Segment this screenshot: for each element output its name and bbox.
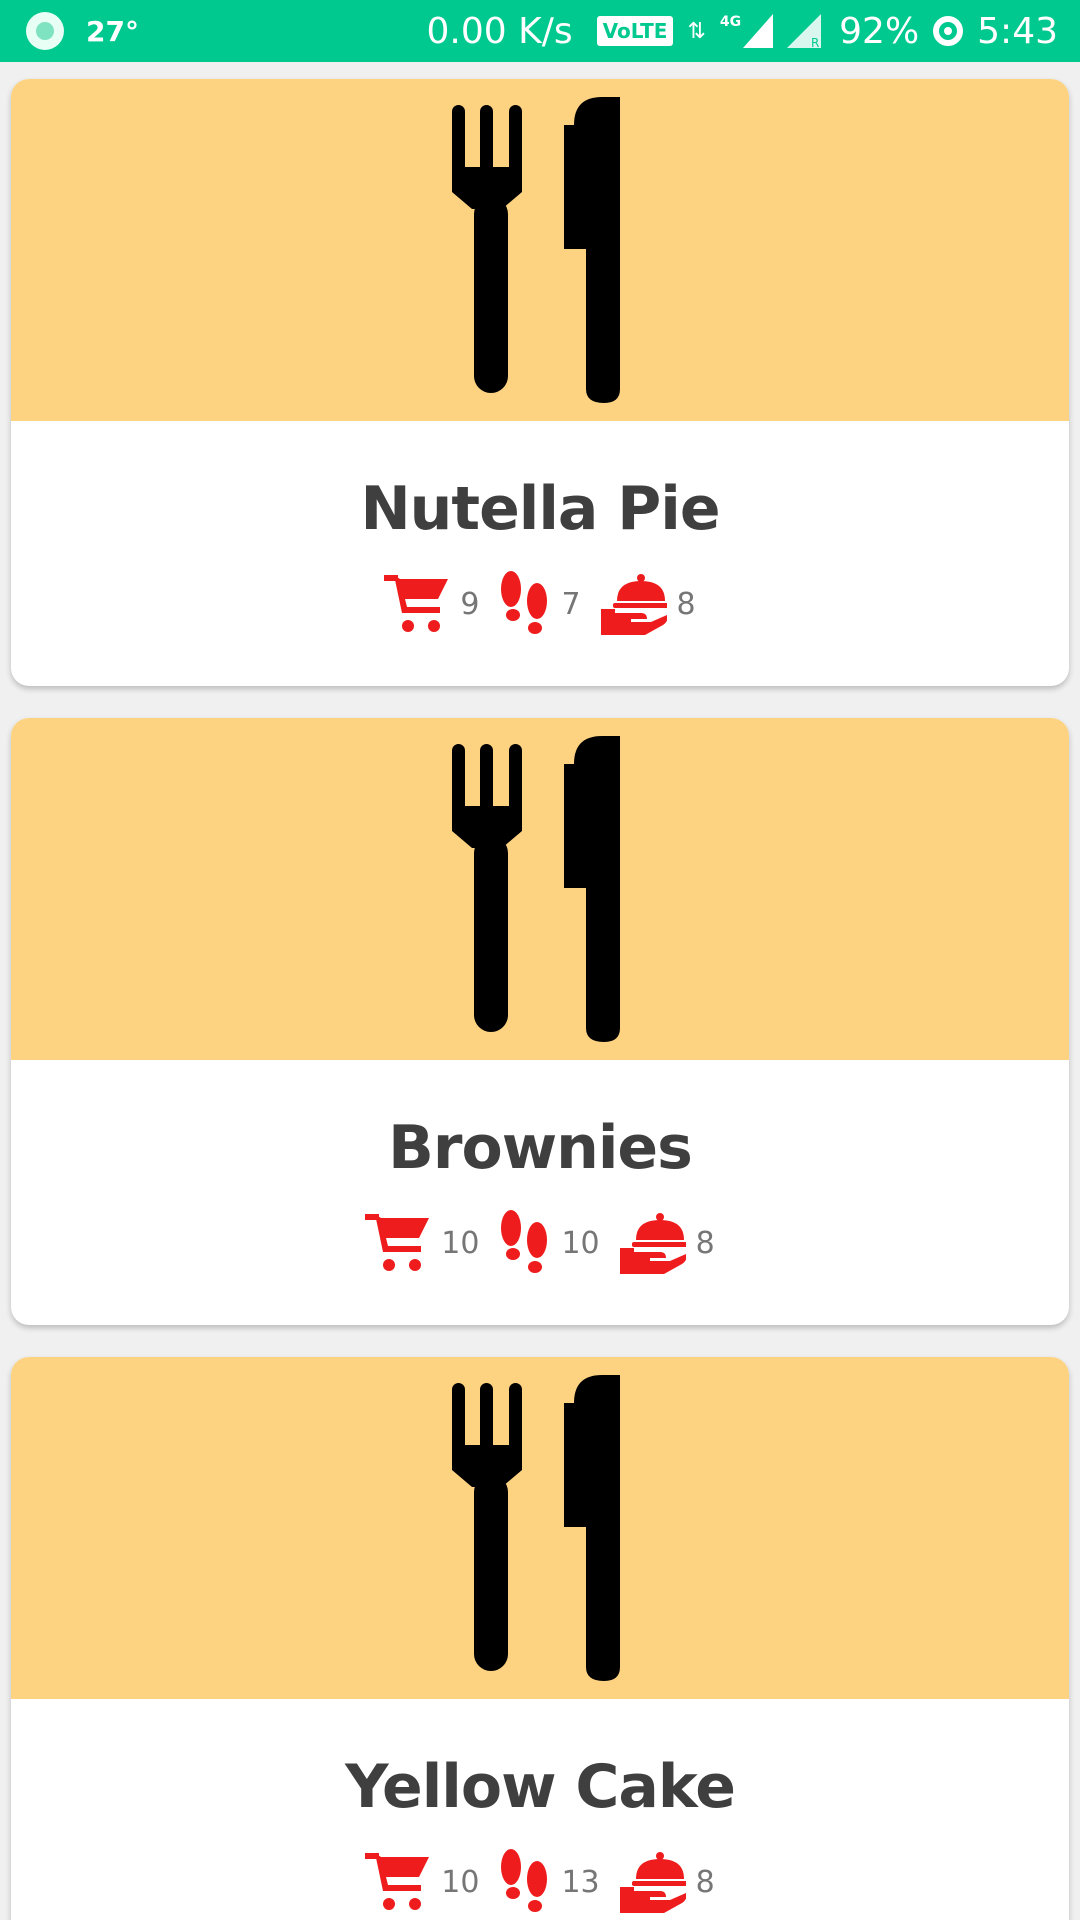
- steps-count: 7: [561, 586, 581, 622]
- steps-stat: 7: [499, 571, 581, 637]
- clock-time: 5:43: [977, 10, 1058, 52]
- battery-level: 92%: [839, 10, 920, 52]
- fork-knife-icon: [452, 1375, 620, 1681]
- weather-temperature: 27°: [86, 14, 139, 48]
- servings-stat: 8: [600, 573, 696, 635]
- steps-stat: 13: [499, 1849, 600, 1915]
- recipe-card[interactable]: Yellow Cake 10 13 8: [11, 1357, 1069, 1920]
- fork-knife-icon: [452, 97, 620, 403]
- shopping-cart-icon: [384, 575, 449, 632]
- signal-icon: 4G: [719, 14, 774, 48]
- ingredients-count: 9: [460, 586, 480, 622]
- notification-dot-icon: [26, 12, 64, 50]
- recipe-card[interactable]: Nutella Pie 9 7 8: [11, 79, 1069, 686]
- footprints-icon: [501, 571, 548, 634]
- recipe-stats: 9 7 8: [11, 571, 1069, 637]
- footprints-icon: [501, 1849, 548, 1912]
- ingredients-stat: 10: [365, 1212, 479, 1274]
- recipe-image: [11, 79, 1069, 421]
- recipe-stats: 10 13 8: [11, 1849, 1069, 1915]
- ingredients-count: 10: [441, 1225, 480, 1261]
- steps-count: 13: [561, 1864, 600, 1900]
- shopping-cart-icon: [365, 1214, 430, 1271]
- recipe-image: [11, 718, 1069, 1060]
- servings-count: 8: [695, 1864, 715, 1900]
- volte-badge: VoLTE: [596, 16, 674, 46]
- serving-dish-icon: [619, 1852, 686, 1913]
- recipe-card[interactable]: Brownies 10 10 8: [11, 718, 1069, 1325]
- status-bar: 27° 0.00 K/s VoLTE ⇅ 4G R 92% 5:43: [0, 0, 1080, 62]
- recipe-list[interactable]: Nutella Pie 9 7 8 Brownies 10 10 8 Yello…: [0, 62, 1080, 1920]
- recipe-image: [11, 1357, 1069, 1699]
- footprints-icon: [501, 1210, 548, 1273]
- recipe-title: Brownies: [388, 1113, 693, 1183]
- steps-stat: 10: [499, 1210, 600, 1276]
- network-type: 4G: [719, 14, 742, 30]
- serving-dish-icon: [619, 1213, 686, 1274]
- steps-count: 10: [561, 1225, 600, 1261]
- serving-dish-icon: [600, 574, 667, 635]
- fork-knife-icon: [452, 736, 620, 1042]
- data-saver-icon: [933, 16, 964, 46]
- servings-stat: 8: [619, 1851, 715, 1913]
- servings-count: 8: [695, 1225, 715, 1261]
- data-arrows-icon: ⇅: [687, 18, 706, 44]
- ingredients-stat: 10: [365, 1851, 479, 1913]
- recipe-title: Nutella Pie: [360, 474, 720, 544]
- servings-count: 8: [676, 586, 696, 622]
- network-speed: 0.00 K/s: [426, 10, 573, 52]
- shopping-cart-icon: [365, 1853, 430, 1910]
- ingredients-count: 10: [441, 1864, 480, 1900]
- signal-roaming-icon: R: [787, 14, 825, 48]
- servings-stat: 8: [619, 1212, 715, 1274]
- recipe-title: Yellow Cake: [345, 1752, 736, 1822]
- ingredients-stat: 9: [384, 573, 479, 635]
- recipe-stats: 10 10 8: [11, 1210, 1069, 1276]
- svg-text:R: R: [811, 36, 819, 48]
